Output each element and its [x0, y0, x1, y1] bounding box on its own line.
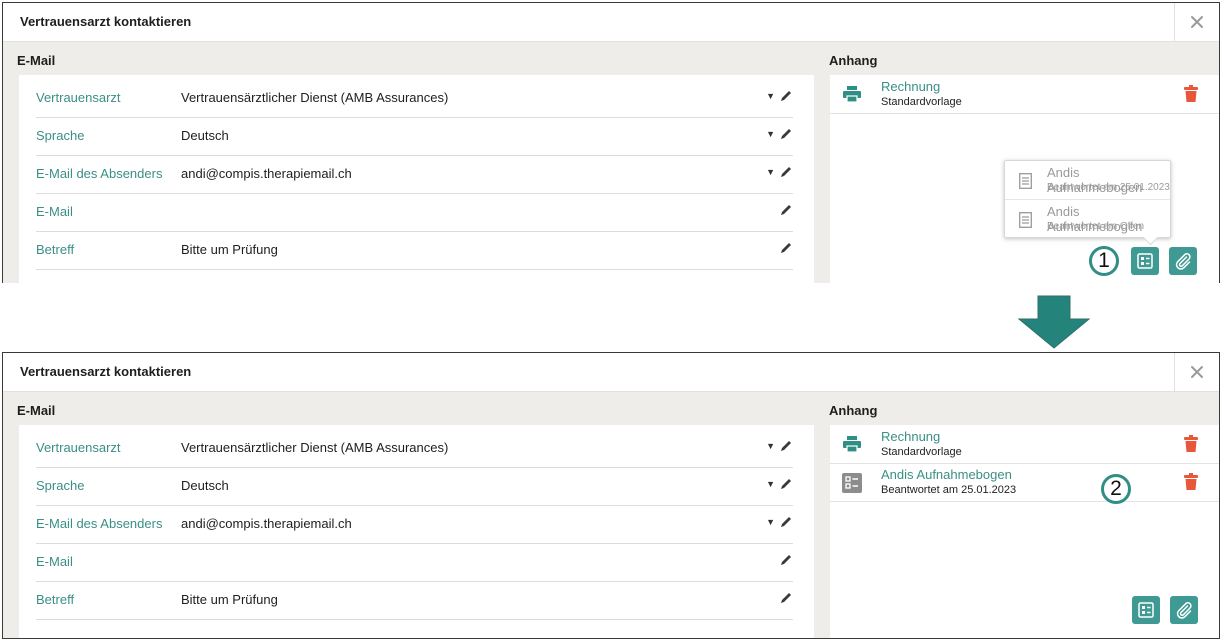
attachment-section-label: Anhang [829, 403, 878, 418]
field-label[interactable]: E-Mail [36, 204, 73, 219]
printer-icon [843, 436, 861, 453]
field-label[interactable]: Vertrauensarzt [36, 90, 121, 105]
dropdown-caret-icon[interactable]: ▼ [766, 129, 775, 139]
field-row-sender-email[interactable]: E-Mail des Absenders andi@compis.therapi… [36, 155, 793, 194]
dropdown-caret-icon[interactable]: ▼ [766, 167, 775, 177]
form-icon [842, 473, 862, 493]
field-value[interactable]: Vertrauensärztlicher Dienst (AMB Assuran… [181, 440, 448, 455]
pencil-icon[interactable] [779, 439, 793, 453]
close-icon [1191, 366, 1203, 378]
document-icon [1019, 212, 1032, 228]
email-form: Vertrauensarzt Vertrauensärztlicher Dien… [19, 425, 814, 638]
paperclip-icon [1175, 253, 1191, 270]
dropdown-caret-icon[interactable]: ▼ [766, 479, 775, 489]
menu-item-subtitle: Beantwortet am 25.01.2023 [1047, 182, 1170, 193]
close-button[interactable] [1174, 3, 1219, 41]
pencil-icon[interactable] [779, 127, 793, 141]
pencil-icon[interactable] [779, 241, 793, 255]
field-row-email[interactable]: E-Mail [36, 543, 793, 582]
field-value[interactable]: Vertrauensärztlicher Dienst (AMB Assuran… [181, 90, 448, 105]
attach-file-button[interactable] [1170, 596, 1198, 624]
close-button[interactable] [1174, 353, 1219, 391]
field-row-vertrauensarzt[interactable]: Vertrauensarzt Vertrauensärztlicher Dien… [36, 429, 793, 468]
field-row-vertrauensarzt[interactable]: Vertrauensarzt Vertrauensärztlicher Dien… [36, 79, 793, 118]
attach-file-button[interactable] [1169, 247, 1197, 275]
pencil-icon[interactable] [779, 591, 793, 605]
step-marker: 2 [1101, 474, 1131, 504]
email-section-label: E-Mail [17, 53, 56, 68]
pencil-icon[interactable] [779, 165, 793, 179]
pencil-icon[interactable] [779, 477, 793, 491]
close-icon [1191, 16, 1203, 28]
field-row-betreff[interactable]: Betreff Bitte um Prüfung [36, 231, 793, 270]
menu-item-subtitle: Beantwortet am Offen [1047, 221, 1145, 232]
attachment-subtitle: Standardvorlage [881, 446, 962, 458]
field-row-sprache[interactable]: Sprache Deutsch ▼ [36, 467, 793, 506]
attachment-name[interactable]: Rechnung [881, 79, 940, 94]
field-label[interactable]: E-Mail des Absenders [36, 516, 162, 531]
dialog-title: Vertrauensarzt kontaktieren [20, 14, 192, 29]
field-label[interactable]: Sprache [36, 478, 84, 493]
dialog-title: Vertrauensarzt kontaktieren [20, 364, 192, 379]
field-row-sprache[interactable]: Sprache Deutsch ▼ [36, 117, 793, 156]
attachment-name[interactable]: Andis Aufnahmebogen [881, 467, 1012, 482]
form-icon [1137, 253, 1153, 269]
add-questionnaire-button[interactable] [1131, 247, 1159, 275]
field-row-betreff[interactable]: Betreff Bitte um Prüfung [36, 581, 793, 620]
email-form: Vertrauensarzt Vertrauensärztlicher Dien… [19, 75, 814, 283]
trash-icon[interactable] [1184, 85, 1198, 102]
attachment-section-label: Anhang [829, 53, 878, 68]
menu-item-questionnaire[interactable]: Andis Aufnahmebogen Beantwortet am 25.01… [1005, 161, 1170, 199]
field-value[interactable]: Bitte um Prüfung [181, 242, 278, 257]
field-value[interactable]: andi@compis.therapiemail.ch [181, 516, 352, 531]
field-value[interactable]: Deutsch [181, 128, 229, 143]
questionnaire-menu: Andis Aufnahmebogen Beantwortet am 25.01… [1004, 160, 1171, 246]
attachment-item[interactable]: Andis Aufnahmebogen Beantwortet am 25.01… [830, 463, 1219, 502]
dialog-after: Vertrauensarzt kontaktieren E-Mail Anhan… [2, 352, 1220, 639]
pencil-icon[interactable] [779, 515, 793, 529]
pencil-icon[interactable] [779, 89, 793, 103]
dialog-before: Vertrauensarzt kontaktieren E-Mail Anhan… [2, 2, 1220, 283]
arrow-down-icon [1018, 295, 1090, 349]
paperclip-icon [1176, 602, 1192, 619]
menu-item-questionnaire[interactable]: Andis Aufnahmebogen Beantwortet am Offen [1005, 199, 1170, 238]
pencil-icon[interactable] [779, 203, 793, 217]
trash-icon[interactable] [1184, 435, 1198, 452]
add-questionnaire-button[interactable] [1132, 596, 1160, 624]
field-row-email[interactable]: E-Mail [36, 193, 793, 232]
field-label[interactable]: Sprache [36, 128, 84, 143]
email-section-label: E-Mail [17, 403, 56, 418]
pencil-icon[interactable] [779, 553, 793, 567]
trash-icon[interactable] [1184, 473, 1198, 490]
field-value[interactable]: Bitte um Prüfung [181, 592, 278, 607]
dropdown-caret-icon[interactable]: ▼ [766, 517, 775, 527]
attachment-subtitle: Standardvorlage [881, 96, 962, 108]
field-value[interactable]: Deutsch [181, 478, 229, 493]
attachment-item[interactable]: Rechnung Standardvorlage [830, 75, 1219, 114]
attachment-list: Rechnung Standardvorlage Andis Aufnahmeb… [830, 425, 1219, 638]
dialog-titlebar: Vertrauensarzt kontaktieren [3, 3, 1219, 42]
field-label[interactable]: E-Mail [36, 554, 73, 569]
field-label[interactable]: Betreff [36, 592, 74, 607]
form-icon [1138, 602, 1154, 618]
printer-icon [843, 86, 861, 103]
step-marker: 1 [1089, 246, 1119, 276]
attachment-name[interactable]: Rechnung [881, 429, 940, 444]
field-label[interactable]: E-Mail des Absenders [36, 166, 162, 181]
field-label[interactable]: Betreff [36, 242, 74, 257]
field-label[interactable]: Vertrauensarzt [36, 440, 121, 455]
attachment-subtitle: Beantwortet am 25.01.2023 [881, 484, 1017, 496]
attachment-item[interactable]: Rechnung Standardvorlage [830, 425, 1219, 464]
field-row-sender-email[interactable]: E-Mail des Absenders andi@compis.therapi… [36, 505, 793, 544]
field-value[interactable]: andi@compis.therapiemail.ch [181, 166, 352, 181]
dropdown-caret-icon[interactable]: ▼ [766, 91, 775, 101]
document-icon [1019, 173, 1032, 189]
dropdown-caret-icon[interactable]: ▼ [766, 441, 775, 451]
dialog-titlebar: Vertrauensarzt kontaktieren [3, 353, 1219, 392]
